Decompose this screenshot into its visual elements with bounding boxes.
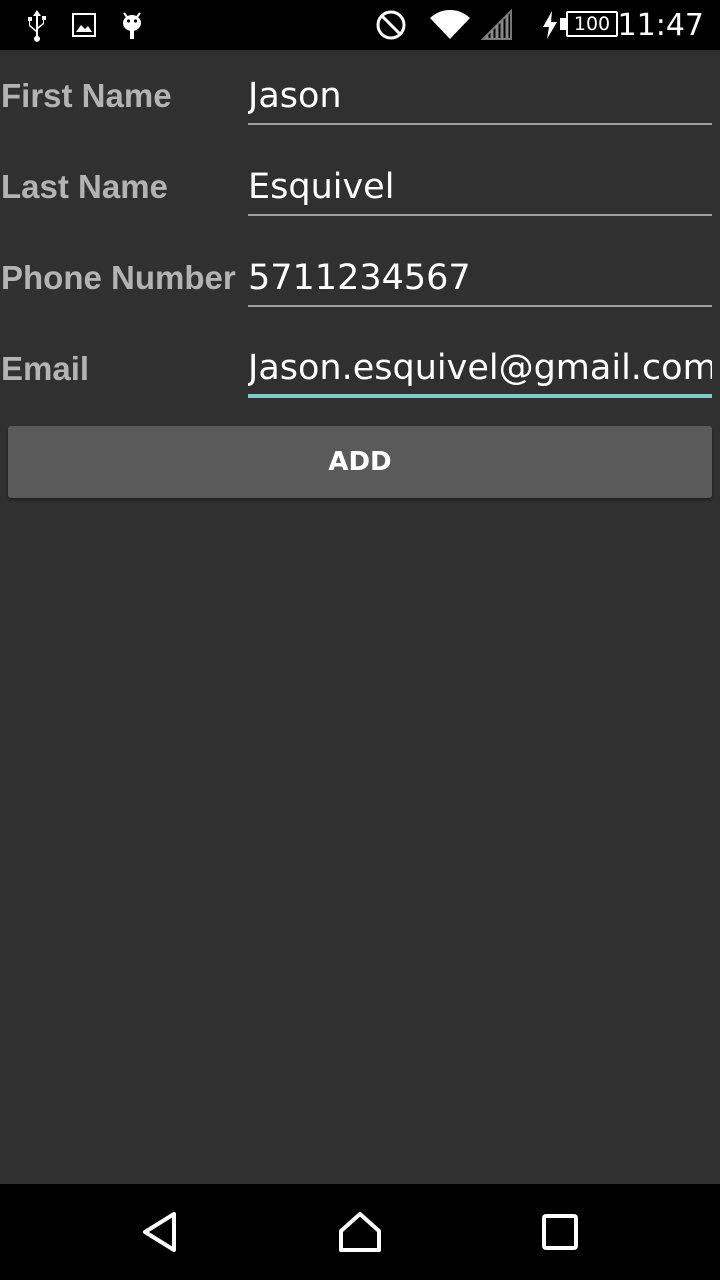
usb-icon	[22, 0, 52, 50]
clock: 11:47	[617, 7, 704, 43]
image-icon	[70, 0, 98, 50]
last-name-field[interactable]: Esquivel	[248, 159, 712, 216]
battery-icon: 100	[566, 11, 618, 37]
email-field[interactable]: Jason.esquivel@gmail.com	[248, 341, 712, 398]
back-icon[interactable]	[100, 1184, 220, 1280]
last-name-row: Last Name Esquivel	[0, 141, 720, 232]
navigation-bar	[0, 1184, 720, 1280]
android-icon	[118, 0, 146, 50]
first-name-row: First Name Jason	[0, 50, 720, 141]
add-button[interactable]: ADD	[8, 426, 712, 498]
phone-number-row: Phone Number 5711234567	[0, 232, 720, 323]
first-name-field[interactable]: Jason	[248, 68, 712, 125]
home-icon[interactable]	[300, 1184, 420, 1280]
charging-icon	[538, 0, 562, 50]
wifi-icon	[428, 0, 472, 50]
last-name-label: Last Name	[1, 167, 168, 205]
email-label: Email	[1, 349, 90, 387]
first-name-label: First Name	[1, 76, 172, 114]
phone-number-label: Phone Number	[1, 258, 236, 296]
phone-number-field[interactable]: 5711234567	[248, 250, 712, 307]
do-not-disturb-icon	[374, 0, 408, 50]
status-bar: 100 11:47	[0, 0, 720, 50]
email-row: Email Jason.esquivel@gmail.com	[0, 323, 720, 414]
signal-icon	[480, 0, 514, 50]
recents-icon[interactable]	[500, 1184, 620, 1280]
